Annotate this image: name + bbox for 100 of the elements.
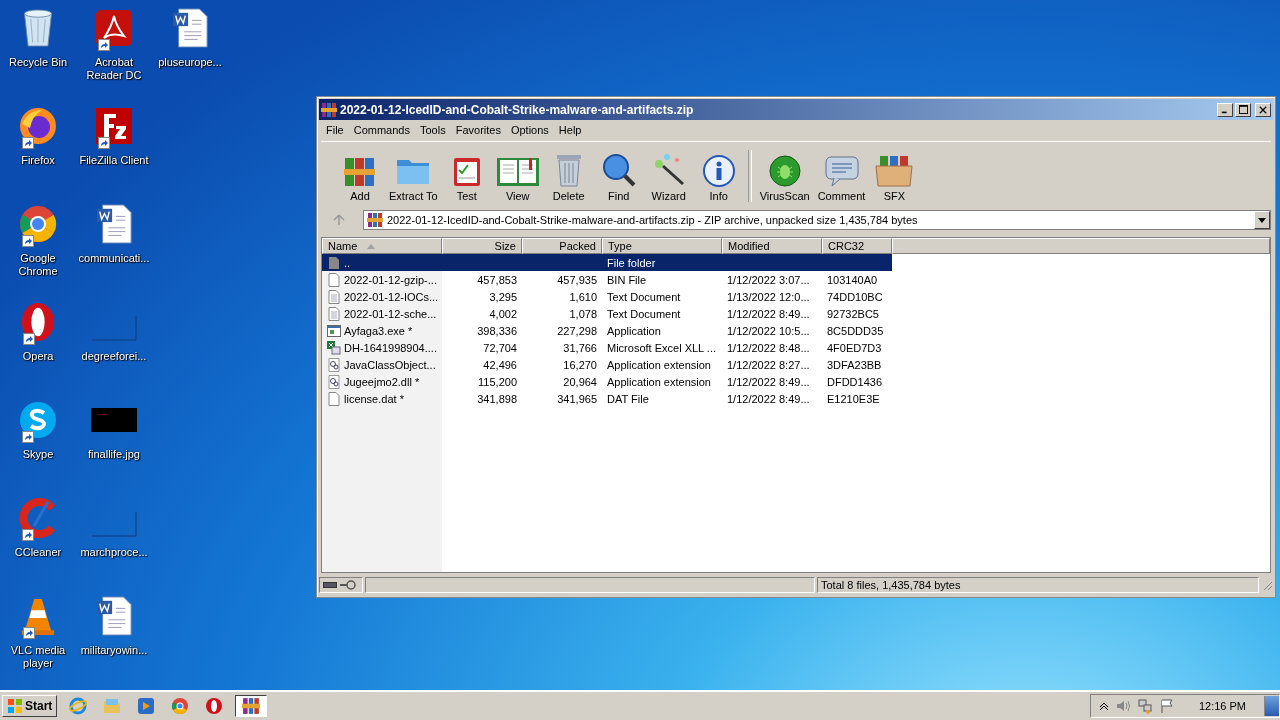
desktop-shortcut[interactable]: pluseurope... xyxy=(152,5,228,103)
desktop-shortcut[interactable]: Opera xyxy=(0,299,76,397)
toolbar-button[interactable]: Wizard xyxy=(643,152,694,202)
file-row[interactable]: .. File folder xyxy=(322,254,892,271)
skype-icon xyxy=(18,400,58,440)
file-row[interactable]: Jugeejmo2.dll * 115,200 20,964 Application extension 1/12/2022 8:49... DFDD1436 xyxy=(322,373,892,390)
desktop-shortcut[interactable]: finallife.jpg xyxy=(76,397,152,495)
desktop-shortcut[interactable]: communicati... xyxy=(76,201,152,299)
flag-icon[interactable] xyxy=(1158,698,1175,714)
file-icon xyxy=(327,391,341,406)
menu-item[interactable]: Commands xyxy=(348,123,415,136)
toolbar-button[interactable]: View xyxy=(491,154,544,202)
table-cell: 1/12/2022 8:48... xyxy=(727,341,810,354)
desktop-shortcut[interactable]: degreeforei... xyxy=(76,299,152,397)
up-arrow-icon xyxy=(333,214,345,226)
table-cell: Ayfaga3.exe * xyxy=(344,324,413,337)
desktop-shortcut[interactable]: Google Chrome xyxy=(0,201,76,299)
toolbar-button[interactable]: VirusScan xyxy=(755,154,814,202)
toolbar-button[interactable]: SFX xyxy=(869,154,920,202)
table-cell: Application extension xyxy=(607,358,711,371)
file-row[interactable]: Ayfaga3.exe * 398,336 227,298 Application 1/12/2022 10:5... 8C5DDD35 xyxy=(322,322,892,339)
clock[interactable]: 12:16 PM xyxy=(1198,700,1246,712)
toolbar-button[interactable]: Test xyxy=(441,154,492,202)
speaker-icon[interactable] xyxy=(1114,698,1131,714)
desktop-shortcut[interactable]: Recycle Bin xyxy=(0,5,76,103)
desktop-shortcut[interactable]: Skype xyxy=(0,397,76,495)
file-row[interactable]: 2022-01-12-sche... 4,002 1,078 Text Document 1/12/2022 8:49... 92732BC5 xyxy=(322,305,892,322)
caret-up-icon[interactable] xyxy=(1098,701,1109,711)
menu-item[interactable]: Options xyxy=(505,123,554,136)
toolbar-button[interactable]: Delete xyxy=(543,152,594,202)
table-cell: Jugeejmo2.dll * xyxy=(344,375,420,388)
file-row[interactable]: 2022-01-12-gzip-... 457,853 457,935 BIN File 1/12/2022 3:07... 103140A0 xyxy=(322,271,892,288)
table-cell: 1,078 xyxy=(569,307,597,320)
box-icon xyxy=(874,154,915,188)
table-cell: Microsoft Excel XLL ... xyxy=(607,341,717,354)
address-field[interactable]: 2022-01-12-IcedID-and-Cobalt-Strike-malware-and-artifacts.zip - ZIP archive, unpacked size 1,435,784 bytes xyxy=(363,210,1271,230)
desktop-shortcut[interactable]: marchproce... xyxy=(76,495,152,593)
minimize-button[interactable] xyxy=(1217,102,1233,117)
desktop-shortcut[interactable]: VLC media player xyxy=(0,593,76,691)
menu-item[interactable]: File xyxy=(321,123,349,136)
table-cell: 72,704 xyxy=(483,341,517,354)
show-desktop-button[interactable] xyxy=(1264,696,1279,716)
table-cell: 457,935 xyxy=(557,273,597,286)
image-thumbnail-icon xyxy=(91,408,137,432)
firefox-icon xyxy=(18,106,58,146)
table-cell: 1,610 xyxy=(569,290,597,303)
menu-item[interactable]: Favorites xyxy=(450,123,506,136)
toolbar-button[interactable]: Comment xyxy=(813,154,870,202)
desktop-shortcut[interactable]: Firefox xyxy=(0,103,76,201)
file-row[interactable]: 2022-01-12-IOCs... 3,295 1,610 Text Document 1/13/2022 12:0... 74DD10BC xyxy=(322,288,892,305)
desktop-shortcut[interactable]: Acrobat Reader DC xyxy=(76,5,152,103)
column-header[interactable]: Name xyxy=(322,238,442,254)
table-cell: 2022-01-12-gzip-... xyxy=(344,273,437,286)
resize-grip-icon[interactable] xyxy=(1261,579,1273,591)
status-text: Total 8 files, 1,435,784 bytes xyxy=(821,579,961,591)
gear-file-icon xyxy=(327,357,341,372)
toolbar-button[interactable]: Find xyxy=(593,152,644,202)
file-row[interactable]: license.dat * 341,898 341,965 DAT File 1/12/2022 8:49... E1210E3E xyxy=(322,390,892,407)
table-cell: 457,853 xyxy=(477,273,517,286)
toolbar-button[interactable]: Extract To xyxy=(385,154,442,202)
network-icon[interactable] xyxy=(1136,698,1153,714)
close-button[interactable] xyxy=(1255,102,1271,117)
column-header[interactable]: Type xyxy=(602,238,722,254)
info-icon xyxy=(701,154,736,188)
maximize-button[interactable] xyxy=(1235,102,1251,117)
menu-item[interactable]: Tools xyxy=(415,123,451,136)
taskbar-app-button[interactable] xyxy=(235,695,268,717)
ccleaner-icon xyxy=(18,498,58,538)
file-row[interactable]: JavaClassObject... 42,496 16,270 Application extension 1/12/2022 8:27... 3DFA23BB xyxy=(322,356,892,373)
document-icon xyxy=(95,203,133,245)
table-cell: 341,965 xyxy=(557,392,597,405)
column-header[interactable]: Packed xyxy=(522,238,602,254)
table-cell: 1/12/2022 10:5... xyxy=(727,324,810,337)
start-button[interactable]: Start xyxy=(2,695,58,717)
column-header[interactable]: Size xyxy=(442,238,522,254)
opera-icon xyxy=(205,697,224,715)
desktop-shortcut[interactable]: militaryowin... xyxy=(76,593,152,691)
table-cell: Application xyxy=(607,324,661,337)
toolbar-button[interactable]: Info xyxy=(693,154,744,202)
chrome-icon xyxy=(18,204,58,244)
toolbar-button[interactable]: Add xyxy=(335,154,385,202)
winrar-icon xyxy=(367,212,383,228)
menu-item[interactable]: Help xyxy=(553,123,587,136)
table-cell: 1/13/2022 12:0... xyxy=(727,290,810,303)
sort-arrow-icon xyxy=(367,243,376,249)
table-cell: File folder xyxy=(607,256,656,269)
table-cell: 16,270 xyxy=(563,358,597,371)
file-icon xyxy=(327,272,341,287)
table-cell: 3,295 xyxy=(489,290,517,303)
table-cell: 1/12/2022 8:49... xyxy=(727,375,810,388)
column-header[interactable]: Modified xyxy=(722,238,822,254)
chrome-icon xyxy=(171,697,190,715)
file-row[interactable]: DH-1641998904.... 72,704 31,766 Microsoft Excel XLL ... 1/12/2022 8:48... 4F0ED7D3 xyxy=(322,339,892,356)
column-header[interactable]: CRC32 xyxy=(822,238,892,254)
table-cell: 8C5DDD35 xyxy=(827,324,884,337)
folder-up-icon xyxy=(327,255,341,270)
table-cell: 103140A0 xyxy=(827,273,878,286)
maximize-icon xyxy=(1238,105,1248,114)
desktop-shortcut[interactable]: FileZilla Client xyxy=(76,103,152,201)
desktop-shortcut[interactable]: CCleaner xyxy=(0,495,76,593)
